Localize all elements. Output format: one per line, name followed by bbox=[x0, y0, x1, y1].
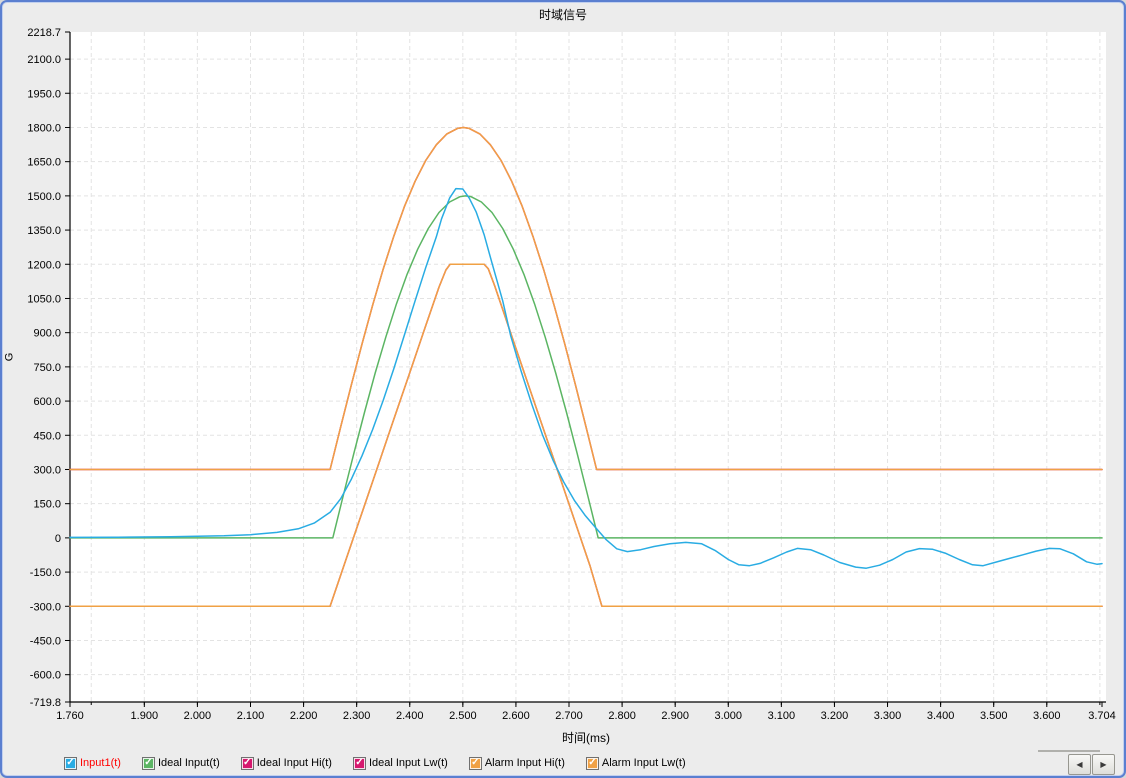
legend-checkbox[interactable]: ✓ bbox=[468, 756, 482, 770]
pager-right-button[interactable]: ▶ bbox=[1092, 754, 1115, 775]
svg-text:1500.0: 1500.0 bbox=[27, 191, 61, 203]
svg-text:3.500: 3.500 bbox=[980, 710, 1008, 722]
svg-text:2.900: 2.900 bbox=[661, 710, 689, 722]
svg-text:1950.0: 1950.0 bbox=[27, 88, 61, 100]
svg-text:2218.7: 2218.7 bbox=[27, 27, 61, 39]
x-axis-label: 时间(ms) bbox=[562, 731, 610, 745]
svg-text:1650.0: 1650.0 bbox=[27, 157, 61, 169]
legend: ✓ Input1(t) ✓ Ideal Input(t) ✓ Ideal Input Hi… bbox=[64, 754, 686, 772]
svg-text:-450.0: -450.0 bbox=[30, 635, 61, 647]
svg-text:2.200: 2.200 bbox=[290, 710, 318, 722]
svg-text:2.000: 2.000 bbox=[184, 710, 212, 722]
legend-item-label: Input1(t) bbox=[80, 757, 121, 769]
legend-checkbox[interactable]: ✓ bbox=[352, 756, 366, 770]
y-axis-label: G bbox=[3, 352, 16, 362]
legend-item-input1-t[interactable]: ✓ Input1(t) bbox=[64, 756, 121, 770]
legend-item-ideal-input-hi-t[interactable]: ✓ Ideal Input Hi(t) bbox=[240, 756, 332, 770]
svg-text:2.300: 2.300 bbox=[343, 710, 371, 722]
svg-text:3.400: 3.400 bbox=[927, 710, 955, 722]
svg-text:300.0: 300.0 bbox=[33, 464, 61, 476]
x-tick-labels: 1.760 1.900 2.000 2.100 2.200 2.300 2.400 2.500… bbox=[56, 710, 1116, 722]
legend-checkbox[interactable]: ✓ bbox=[64, 756, 77, 770]
svg-text:600.0: 600.0 bbox=[33, 396, 61, 408]
legend-checkbox[interactable]: ✓ bbox=[141, 756, 155, 770]
svg-text:3.300: 3.300 bbox=[874, 710, 902, 722]
svg-text:3.000: 3.000 bbox=[715, 710, 743, 722]
svg-text:0: 0 bbox=[55, 533, 61, 545]
legend-checkbox[interactable]: ✓ bbox=[240, 756, 254, 770]
svg-text:-300.0: -300.0 bbox=[30, 601, 61, 613]
pager-left-button[interactable]: ◀ bbox=[1068, 754, 1091, 775]
legend-item-alarm-input-hi-t[interactable]: ✓ Alarm Input Hi(t) bbox=[468, 756, 565, 770]
legend-item-label: Alarm Input Hi(t) bbox=[484, 757, 565, 769]
svg-text:1050.0: 1050.0 bbox=[27, 293, 61, 305]
svg-text:3.100: 3.100 bbox=[768, 710, 796, 722]
svg-text:-719.8: -719.8 bbox=[30, 697, 61, 709]
svg-text:1.760: 1.760 bbox=[56, 710, 84, 722]
svg-text:3.704: 3.704 bbox=[1088, 710, 1116, 722]
svg-text:150.0: 150.0 bbox=[33, 499, 61, 511]
svg-text:1.900: 1.900 bbox=[131, 710, 159, 722]
legend-checkbox[interactable]: ✓ bbox=[585, 756, 599, 770]
svg-text:1200.0: 1200.0 bbox=[27, 259, 61, 271]
svg-text:1800.0: 1800.0 bbox=[27, 122, 61, 134]
y-tick-labels: 2218.7 2100.0 1950.0 1800.0 1650.0 1500.0 1350… bbox=[27, 27, 61, 709]
svg-text:3.200: 3.200 bbox=[821, 710, 849, 722]
pager-track bbox=[1038, 750, 1100, 752]
svg-text:2.800: 2.800 bbox=[608, 710, 636, 722]
legend-item-ideal-input-lw-t[interactable]: ✓ Ideal Input Lw(t) bbox=[352, 756, 448, 770]
svg-text:1350.0: 1350.0 bbox=[27, 225, 61, 237]
legend-item-label: Ideal Input Hi(t) bbox=[256, 757, 332, 769]
legend-item-alarm-input-lw-t[interactable]: ✓ Alarm Input Lw(t) bbox=[585, 756, 686, 770]
svg-text:2100.0: 2100.0 bbox=[27, 54, 61, 66]
svg-text:2.100: 2.100 bbox=[237, 710, 265, 722]
svg-text:-150.0: -150.0 bbox=[30, 567, 61, 579]
svg-text:2.600: 2.600 bbox=[502, 710, 530, 722]
plot-area: 1.760 1.900 2.000 2.100 2.200 2.300 2.400 2.500… bbox=[27, 27, 1116, 722]
legend-item-label: Ideal Input(t) bbox=[157, 757, 220, 769]
legend-item-ideal-input-t[interactable]: ✓ Ideal Input(t) bbox=[141, 756, 220, 770]
legend-item-label: Ideal Input Lw(t) bbox=[368, 757, 448, 769]
svg-text:2.400: 2.400 bbox=[396, 710, 424, 722]
svg-text:750.0: 750.0 bbox=[33, 362, 61, 374]
svg-text:2.500: 2.500 bbox=[449, 710, 477, 722]
svg-text:-600.0: -600.0 bbox=[30, 670, 61, 682]
svg-text:450.0: 450.0 bbox=[33, 430, 61, 442]
svg-text:3.600: 3.600 bbox=[1033, 710, 1061, 722]
svg-text:900.0: 900.0 bbox=[33, 328, 61, 340]
chart-window: 时域信号 1.760 1.900 2.000 2.100 2.200 2.300 2.400… bbox=[0, 0, 1126, 778]
svg-text:2.700: 2.700 bbox=[555, 710, 583, 722]
legend-item-label: Alarm Input Lw(t) bbox=[601, 757, 686, 769]
